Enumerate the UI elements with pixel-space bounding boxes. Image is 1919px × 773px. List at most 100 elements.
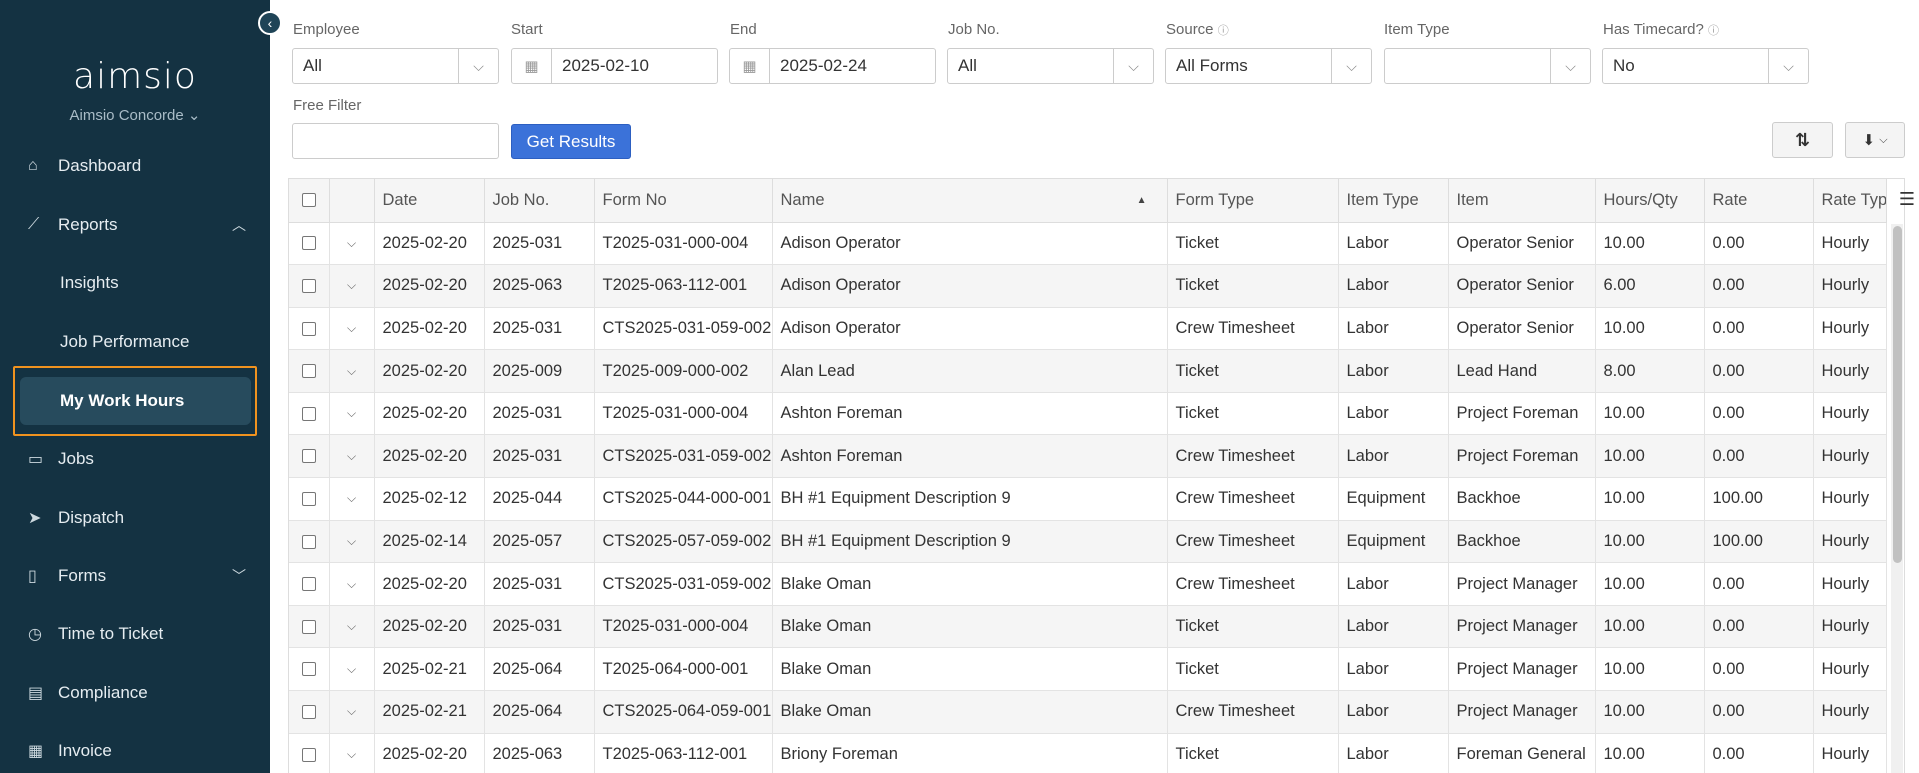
end-label: End [730, 21, 757, 38]
row-checkbox[interactable] [301, 236, 316, 251]
expand-row-icon[interactable]: ⌵ [329, 264, 375, 308]
row-checkbox[interactable] [301, 704, 316, 719]
expand-row-icon[interactable]: ⌵ [329, 733, 375, 773]
collapse-sidebar-button[interactable]: ‹ [258, 11, 282, 35]
cell-hours-qty: 10.00 [1595, 520, 1705, 564]
expand-row-icon[interactable]: ⌵ [329, 647, 375, 692]
column-header-form-type[interactable]: Form Type [1167, 179, 1339, 223]
column-header-name[interactable]: Name ▲ [772, 179, 1168, 223]
column-header-job-no[interactable]: Job No. [484, 179, 595, 223]
end-date-field[interactable]: ▦ 2025-02-24 [729, 48, 936, 84]
cell-rate-type: Hourly [1813, 520, 1887, 564]
table-row[interactable]: ⌵ 2025-02-20 2025-063 T2025-063-112-001 Brio… [289, 733, 1887, 773]
column-header-form-no[interactable]: Form No [594, 179, 773, 223]
table-row[interactable]: ⌵ 2025-02-12 2025-044 CTS2025-044-000-001 BH… [289, 477, 1887, 521]
expand-row-icon[interactable]: ⌵ [329, 562, 375, 606]
row-checkbox[interactable] [301, 449, 316, 464]
sidebar-item-dispatch[interactable]: ➤ Dispatch [0, 494, 270, 542]
row-checkbox[interactable] [301, 662, 316, 677]
expand-row-icon[interactable]: ⌵ [329, 434, 375, 479]
help-icon[interactable]: ⓘ [1708, 25, 1719, 37]
cell-date: 2025-02-20 [374, 307, 485, 351]
has-timecard-value: No [1613, 56, 1635, 75]
sidebar-item-my-work-hours[interactable]: My Work Hours [20, 377, 251, 425]
row-select-cell [289, 349, 330, 393]
row-select-cell [289, 264, 330, 308]
row-select-cell [289, 434, 330, 479]
sidebar-item-insights[interactable]: Insights [0, 259, 270, 307]
table-row[interactable]: ⌵ 2025-02-20 2025-063 T2025-063-112-001 Adis… [289, 264, 1887, 308]
select-all-checkbox[interactable] [301, 193, 316, 208]
table-row[interactable]: ⌵ 2025-02-20 2025-031 T2025-031-000-004 Adis… [289, 222, 1887, 266]
sidebar-item-forms[interactable]: ▯ Forms ﹀ [0, 552, 270, 600]
cell-item-type: Labor [1338, 307, 1449, 351]
sidebar-item-job-performance[interactable]: Job Performance [0, 318, 270, 366]
row-checkbox[interactable] [301, 364, 316, 379]
job-no-select[interactable]: All ⌵ [947, 48, 1154, 84]
table-row[interactable]: ⌵ 2025-02-20 2025-031 T2025-031-000-004 Asht… [289, 392, 1887, 436]
table-row[interactable]: ⌵ 2025-02-21 2025-064 CTS2025-064-059-001 Bl… [289, 690, 1887, 734]
sidebar-item-compliance[interactable]: ▤ Compliance [0, 669, 270, 717]
table-row[interactable]: ⌵ 2025-02-14 2025-057 CTS2025-057-059-002 BH… [289, 520, 1887, 564]
expand-row-icon[interactable]: ⌵ [329, 520, 375, 564]
results-grid: Date Job No. Form No Name ▲ Form Type Ite… [288, 178, 1905, 773]
cell-form-no: T2025-031-000-004 [594, 605, 773, 649]
sidebar-item-time-to-ticket[interactable]: ◷ Time to Ticket [0, 610, 270, 658]
employee-select[interactable]: All ⌵ [292, 48, 499, 84]
start-date-field[interactable]: ▦ 2025-02-10 [511, 48, 718, 84]
column-header-item-type[interactable]: Item Type [1338, 179, 1449, 223]
has-timecard-select[interactable]: No ⌵ [1602, 48, 1809, 84]
column-header-rate[interactable]: Rate [1704, 179, 1814, 223]
expand-row-icon[interactable]: ⌵ [329, 477, 375, 521]
row-checkbox[interactable] [301, 534, 316, 549]
column-header-hours-qty[interactable]: Hours/Qty [1595, 179, 1705, 223]
column-header-item[interactable]: Item [1448, 179, 1596, 223]
row-checkbox[interactable] [301, 492, 316, 506]
table-row[interactable]: ⌵ 2025-02-20 2025-031 CTS2025-031-059-002 As… [289, 434, 1887, 479]
sidebar-item-reports[interactable]: ⟋ Reports ︿ [0, 201, 270, 249]
grid-menu-icon[interactable]: ☰ [1899, 189, 1915, 210]
row-checkbox[interactable] [301, 619, 316, 634]
row-checkbox[interactable] [301, 406, 316, 421]
expand-row-icon[interactable]: ⌵ [329, 605, 375, 649]
export-button[interactable]: ⬇ ⌵ [1845, 122, 1905, 158]
expand-row-icon[interactable]: ⌵ [329, 222, 375, 266]
table-body: ⌵ 2025-02-20 2025-031 T2025-031-000-004 Adis… [289, 222, 1887, 773]
scrollbar-thumb[interactable] [1893, 226, 1902, 563]
table-row[interactable]: ⌵ 2025-02-20 2025-031 CTS2025-031-059-002 Bl… [289, 562, 1887, 606]
results-table: Date Job No. Form No Name ▲ Form Type Ite… [289, 179, 1887, 773]
cell-item-type: Labor [1338, 562, 1449, 606]
table-row[interactable]: ⌵ 2025-02-20 2025-009 T2025-009-000-002 Alan… [289, 349, 1887, 393]
compliance-icon: ▤ [28, 685, 44, 702]
expand-row-icon[interactable]: ⌵ [329, 307, 375, 351]
cell-name: Blake Oman [772, 647, 1168, 692]
table-row[interactable]: ⌵ 2025-02-21 2025-064 T2025-064-000-001 Blak… [289, 647, 1887, 692]
table-row[interactable]: ⌵ 2025-02-20 2025-031 T2025-031-000-004 Blak… [289, 605, 1887, 649]
expand-row-icon[interactable]: ⌵ [329, 690, 375, 734]
free-filter-input[interactable] [292, 123, 499, 159]
source-select[interactable]: All Forms ⌵ [1165, 48, 1372, 84]
sidebar-item-jobs[interactable]: ▭ Jobs [0, 435, 270, 483]
cell-rate: 0.00 [1704, 605, 1814, 649]
help-icon[interactable]: ⓘ [1218, 25, 1229, 37]
free-filter-label: Free Filter [293, 97, 362, 114]
expand-header [329, 179, 375, 223]
row-checkbox[interactable] [301, 577, 316, 592]
cell-date: 2025-02-20 [374, 392, 485, 436]
column-chooser-button[interactable]: ⇅ [1772, 122, 1833, 158]
item-type-select[interactable]: ⌵ [1384, 48, 1591, 84]
sidebar-item-invoice[interactable]: ▦ Invoice [0, 727, 270, 773]
sidebar-item-dashboard[interactable]: ⌂ Dashboard [0, 142, 270, 190]
column-header-date[interactable]: Date [374, 179, 485, 223]
org-switcher[interactable]: Aimsio Concorde ⌄ [0, 106, 270, 124]
get-results-button[interactable]: Get Results [511, 124, 631, 159]
expand-row-icon[interactable]: ⌵ [329, 392, 375, 436]
table-row[interactable]: ⌵ 2025-02-20 2025-031 CTS2025-031-059-002 Ad… [289, 307, 1887, 351]
expand-row-icon[interactable]: ⌵ [329, 349, 375, 393]
column-header-rate-type[interactable]: Rate Type [1813, 179, 1887, 223]
row-checkbox[interactable] [301, 321, 316, 336]
row-checkbox[interactable] [301, 747, 316, 762]
sidebar-item-label: Dashboard [58, 156, 142, 175]
row-checkbox[interactable] [301, 279, 316, 294]
source-label: Source ⓘ [1166, 21, 1229, 38]
